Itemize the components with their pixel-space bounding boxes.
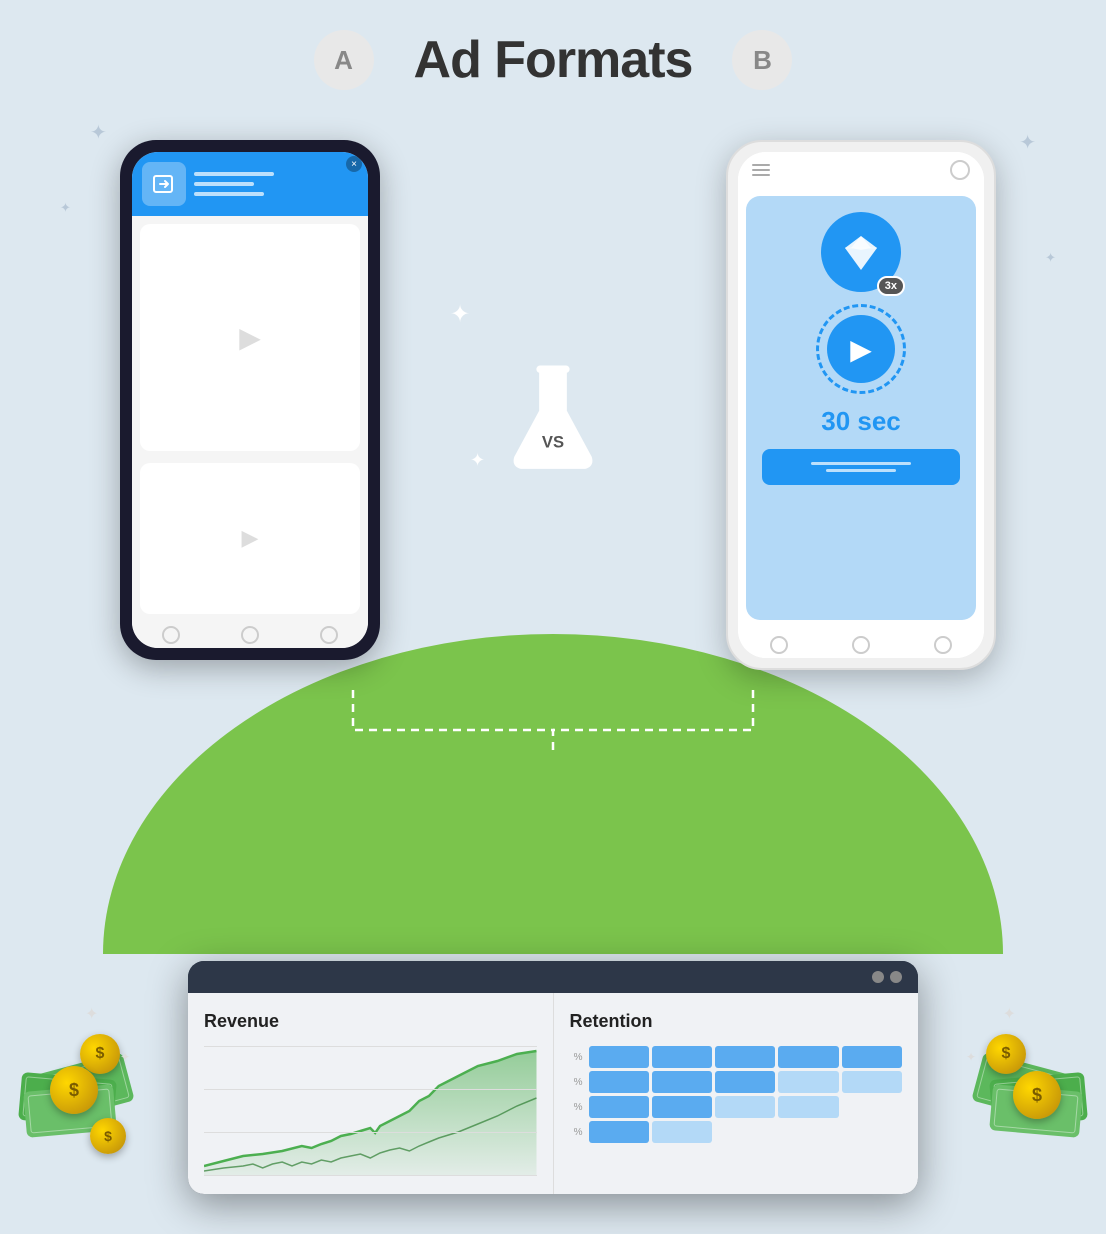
sparkle-icon: ✦ <box>90 120 107 145</box>
sparkle-icon: ✦ <box>470 450 485 471</box>
analytics-panel: Revenue <box>188 961 918 1194</box>
connector-lines <box>253 680 853 760</box>
play-button[interactable]: ▶ <box>827 315 895 383</box>
badge-b: B <box>732 30 792 90</box>
nav-button-1[interactable] <box>162 626 180 644</box>
badge-a: A <box>314 30 374 90</box>
phone-a: × ▶ ▶ <box>120 140 380 660</box>
nav-button-2[interactable] <box>241 626 259 644</box>
sparkle-icon: ✦ <box>60 200 71 216</box>
banner-ad: × <box>132 152 368 216</box>
revenue-title: Revenue <box>204 1011 537 1032</box>
phone-b-screen: 3x ▶ 30 sec <box>738 152 984 658</box>
retention-grid: % % % % <box>570 1046 903 1143</box>
revenue-section: Revenue <box>188 993 553 1194</box>
rewarded-ad-content: 3x ▶ 30 sec <box>746 196 976 620</box>
retention-title: Retention <box>570 1011 903 1032</box>
circle-button[interactable] <box>950 160 970 180</box>
content-card-1: ▶ <box>140 224 360 451</box>
nav-dot-b-3[interactable] <box>934 636 952 654</box>
vs-flask: VS <box>503 360 603 480</box>
svg-text:VS: VS <box>542 433 564 452</box>
play-icon: ▶ <box>239 321 261 354</box>
reward-bar <box>762 449 960 485</box>
content-card-2: ▶ <box>140 463 360 614</box>
phone-b-nav <box>738 628 984 658</box>
page-title: Ad Formats <box>414 30 693 90</box>
sparkle-icon: ✦ <box>450 300 470 329</box>
phone-b: 3x ▶ 30 sec <box>726 140 996 670</box>
timer-text: 30 sec <box>821 406 901 437</box>
phone-b-topbar <box>738 152 984 188</box>
flask-icon: VS <box>503 360 603 480</box>
phone-a-screen: × ▶ ▶ <box>132 152 368 648</box>
analytics-titlebar <box>188 961 918 993</box>
header: A Ad Formats B <box>0 30 1106 90</box>
play-icon-2: ▶ <box>242 525 259 551</box>
analytics-content: Revenue <box>188 993 918 1194</box>
nav-dot-b-2[interactable] <box>852 636 870 654</box>
window-dot-1 <box>872 971 884 983</box>
revenue-chart <box>204 1046 537 1176</box>
play-ring: ▶ <box>816 304 906 394</box>
ad-text-lines <box>194 172 274 196</box>
sparkle-icon: ✦ <box>1045 250 1056 266</box>
phone-nav-bar <box>132 618 368 648</box>
diamond-wrapper: 3x <box>821 212 901 292</box>
multiplier-badge: 3x <box>877 276 905 296</box>
ad-icon <box>142 162 186 206</box>
nav-button-3[interactable] <box>320 626 338 644</box>
close-button[interactable]: × <box>346 156 362 172</box>
sparkle-icon: ✦ <box>1019 130 1036 155</box>
retention-section: Retention % % % <box>553 993 919 1194</box>
nav-dot-b-1[interactable] <box>770 636 788 654</box>
window-dot-2 <box>890 971 902 983</box>
hamburger-icon <box>752 164 770 176</box>
